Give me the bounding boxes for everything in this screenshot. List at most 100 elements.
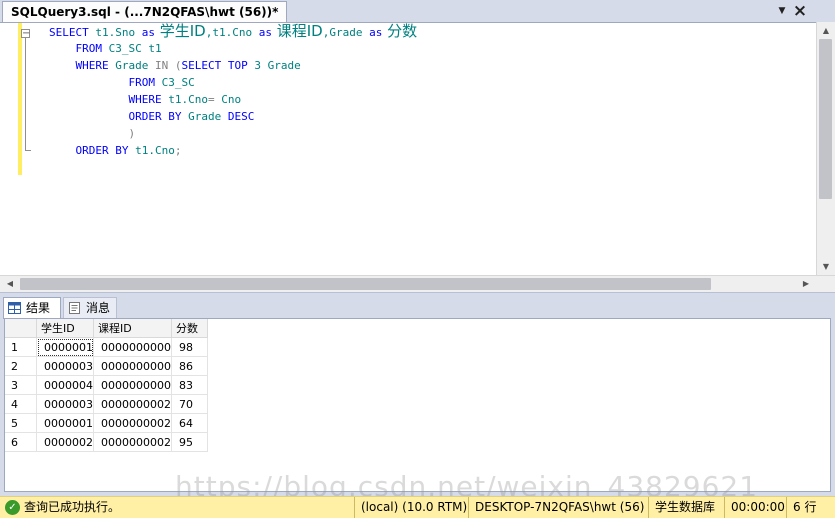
row-number[interactable]: 5 bbox=[5, 413, 37, 433]
cell-course-id[interactable]: 0000000002 bbox=[93, 432, 172, 452]
keyword: as bbox=[369, 26, 383, 39]
code-text[interactable]: SELECT t1.Sno as 学生ID,t1.Cno as 课程ID,Gra… bbox=[49, 23, 417, 159]
vertical-scrollbar[interactable]: ▲ ▼ bbox=[816, 22, 835, 275]
vertical-scroll-thumb[interactable] bbox=[819, 39, 832, 199]
column-header[interactable]: 课程ID bbox=[93, 319, 172, 338]
keyword: WHERE bbox=[128, 93, 162, 106]
code-text-span: ,Grade bbox=[322, 26, 370, 39]
operator: ) bbox=[128, 127, 136, 140]
cell-grade[interactable]: 83 bbox=[171, 375, 208, 395]
success-check-icon: ✓ bbox=[5, 500, 20, 515]
row-number[interactable]: 1 bbox=[5, 337, 37, 357]
message-icon bbox=[68, 300, 81, 320]
tab-dropdown-icon[interactable]: ▼ bbox=[774, 3, 790, 19]
tab-messages[interactable]: 消息 bbox=[63, 297, 117, 319]
keyword: ORDER BY bbox=[75, 144, 129, 157]
cell-grade[interactable]: 95 bbox=[171, 432, 208, 452]
code-line-5: WHERE t1.Cno= Cno bbox=[49, 91, 417, 108]
code-line-3: WHERE Grade IN (SELECT TOP 3 Grade bbox=[49, 57, 417, 74]
keyword: FROM bbox=[75, 42, 103, 55]
code-text-span: 3 Grade bbox=[247, 59, 301, 72]
cell-course-id[interactable]: 0000000002 bbox=[93, 394, 172, 414]
row-number-header[interactable] bbox=[5, 319, 37, 338]
cell-student-id[interactable]: 0000001 bbox=[36, 413, 94, 433]
keyword: SELECT bbox=[49, 26, 89, 39]
status-message: 查询已成功执行。 bbox=[24, 500, 121, 514]
tab-results[interactable]: 结果 bbox=[3, 297, 61, 319]
cell-grade[interactable]: 98 bbox=[171, 337, 208, 357]
cell-grade[interactable]: 70 bbox=[171, 394, 208, 414]
cell-course-id[interactable]: 0000000000 bbox=[93, 356, 172, 376]
cell-course-id[interactable]: 0000000000 bbox=[93, 337, 172, 357]
tab-messages-label: 消息 bbox=[86, 301, 111, 315]
horizontal-scrollbar[interactable]: ◀ ▶ bbox=[0, 275, 835, 292]
table-row[interactable]: 4 0000003 0000000002 70 bbox=[5, 394, 208, 414]
keyword: DESC bbox=[227, 110, 255, 123]
close-icon[interactable]: × bbox=[792, 2, 808, 20]
code-line-6: ORDER BY Grade DESC bbox=[49, 108, 417, 125]
change-tracking-margin bbox=[18, 23, 22, 175]
cell-student-id[interactable]: 0000002 bbox=[36, 432, 94, 452]
column-header[interactable]: 分数 bbox=[171, 319, 208, 338]
results-grid[interactable]: 学生ID 课程ID 分数 1 0000001 0000000000 98 2 0… bbox=[4, 318, 831, 492]
results-table: 学生ID 课程ID 分数 1 0000001 0000000000 98 2 0… bbox=[5, 319, 208, 452]
row-number[interactable]: 4 bbox=[5, 394, 37, 414]
table-row[interactable]: 1 0000001 0000000000 98 bbox=[5, 337, 208, 357]
cell-student-id[interactable]: 0000003 bbox=[36, 394, 94, 414]
code-text-span: ,t1.Cno bbox=[205, 26, 259, 39]
keyword: as bbox=[141, 26, 155, 39]
horizontal-scroll-thumb[interactable] bbox=[20, 278, 711, 290]
code-text-span: Cno bbox=[214, 93, 242, 106]
row-number[interactable]: 3 bbox=[5, 375, 37, 395]
alias-text: 学生ID bbox=[154, 22, 206, 40]
table-row[interactable]: 3 0000004 0000000000 83 bbox=[5, 375, 208, 395]
tab-results-label: 结果 bbox=[26, 301, 51, 315]
code-text-span: C3_SC bbox=[154, 76, 195, 89]
code-text-span: t1.Cno bbox=[161, 93, 208, 106]
grid-icon bbox=[8, 300, 21, 320]
status-database: 学生数据库 bbox=[648, 497, 724, 518]
table-row[interactable]: 2 0000003 0000000000 86 bbox=[5, 356, 208, 376]
cell-student-id[interactable]: 0000003 bbox=[36, 356, 94, 376]
code-text-span: C3_SC t1 bbox=[102, 42, 162, 55]
results-tab-bar: 结果 消息 bbox=[0, 292, 835, 319]
keyword: FROM bbox=[128, 76, 155, 89]
table-row[interactable]: 6 0000002 0000000002 95 bbox=[5, 432, 208, 452]
scroll-up-icon[interactable]: ▲ bbox=[817, 22, 835, 39]
operator: ; bbox=[174, 144, 182, 157]
scroll-down-icon[interactable]: ▼ bbox=[817, 258, 835, 275]
code-line-7: ) bbox=[49, 125, 417, 142]
cell-grade[interactable]: 64 bbox=[171, 413, 208, 433]
query-document-tab[interactable]: SQLQuery3.sql - (...7N2QFAS\hwt (56))* bbox=[2, 1, 288, 22]
outline-line bbox=[25, 38, 26, 150]
keyword: as bbox=[258, 26, 272, 39]
code-line-8: ORDER BY t1.Cno; bbox=[49, 142, 417, 159]
code-text-span: Grade bbox=[108, 59, 155, 72]
code-line-4: FROM C3_SC bbox=[49, 74, 417, 91]
keyword: SELECT TOP bbox=[181, 59, 248, 72]
cell-course-id[interactable]: 0000000000 bbox=[93, 375, 172, 395]
column-header[interactable]: 学生ID bbox=[36, 319, 94, 338]
scroll-right-icon[interactable]: ▶ bbox=[798, 276, 814, 293]
cell-student-id[interactable]: 0000004 bbox=[36, 375, 94, 395]
keyword: ORDER BY bbox=[128, 110, 182, 123]
status-server: (local) (10.0 RTM) bbox=[354, 497, 468, 518]
status-connection: DESKTOP-7N2QFAS\hwt (56) bbox=[468, 497, 648, 518]
code-text-span: t1.Cno bbox=[128, 144, 175, 157]
sql-editor[interactable]: − SELECT t1.Sno as 学生ID,t1.Cno as 课程ID,G… bbox=[0, 22, 816, 275]
table-row[interactable]: 5 0000001 0000000002 64 bbox=[5, 413, 208, 433]
keyword: WHERE bbox=[75, 59, 109, 72]
code-line-1: SELECT t1.Sno as 学生ID,t1.Cno as 课程ID,Gra… bbox=[49, 23, 417, 40]
row-number[interactable]: 6 bbox=[5, 432, 37, 452]
row-number[interactable]: 2 bbox=[5, 356, 37, 376]
code-line-2: FROM C3_SC t1 bbox=[49, 40, 417, 57]
cell-grade[interactable]: 86 bbox=[171, 356, 208, 376]
operator: = bbox=[207, 93, 215, 106]
collapse-icon[interactable]: − bbox=[21, 29, 30, 39]
cell-course-id[interactable]: 0000000002 bbox=[93, 413, 172, 433]
cell-student-id[interactable]: 0000001 bbox=[36, 337, 94, 357]
alias-text: 课程ID bbox=[271, 22, 323, 40]
scroll-left-icon[interactable]: ◀ bbox=[2, 276, 18, 293]
status-bar: ✓ 查询已成功执行。 (local) (10.0 RTM) DESKTOP-7N… bbox=[0, 496, 835, 518]
code-text-span: t1.Sno bbox=[88, 26, 142, 39]
